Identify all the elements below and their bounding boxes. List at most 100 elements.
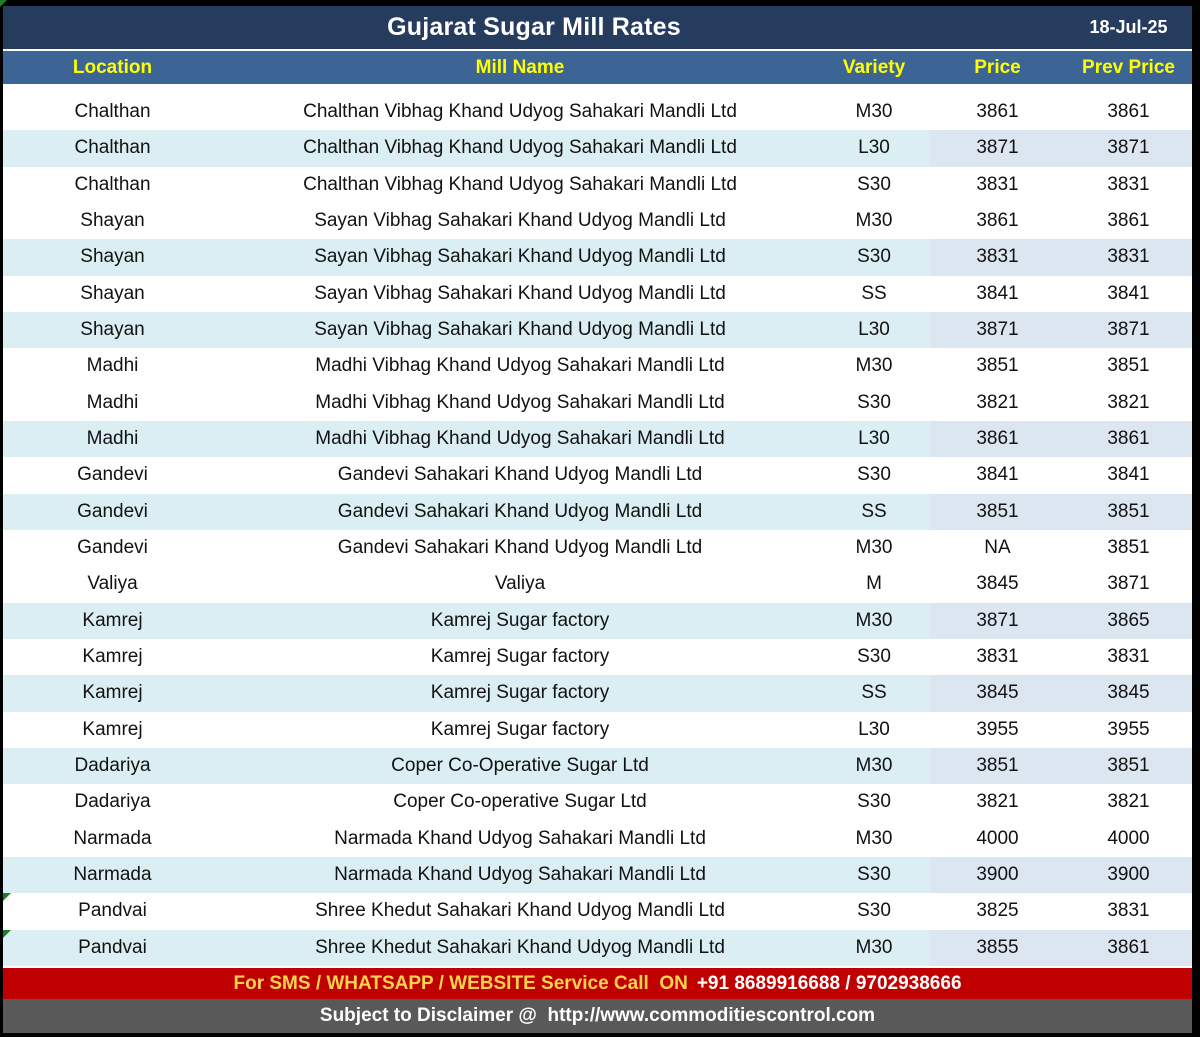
cell-variety: S30 [818, 239, 930, 275]
rates-report-page: Gujarat Sugar Mill Rates 18-Jul-25 Locat… [0, 0, 1200, 1037]
cell-variety: M30 [818, 94, 930, 130]
cell-prev-price: 3831 [1065, 893, 1192, 929]
cell-location: Shayan [3, 239, 222, 275]
service-banner: For SMS / WHATSAPP / WEBSITE Service Cal… [3, 968, 1192, 999]
cell-variety: M30 [818, 930, 930, 966]
cell-location: Chalthan [3, 130, 222, 166]
cell-prev-price: 3831 [1065, 167, 1192, 203]
cell-price: 3861 [930, 94, 1065, 130]
cell-location: Narmada [3, 857, 222, 893]
cell-mill-name: Kamrej Sugar factory [222, 712, 818, 748]
cell-mill-name: Narmada Khand Udyog Sahakari Mandli Ltd [222, 857, 818, 893]
disclaimer-text: Subject to Disclaimer @ http://www.commo… [320, 1005, 875, 1027]
cell-variety: S30 [818, 857, 930, 893]
cell-price: 3861 [930, 421, 1065, 457]
cell-mill-name: Chalthan Vibhag Khand Udyog Sahakari Man… [222, 94, 818, 130]
table-row: Kamrej Kamrej Sugar factory SS 3845 3845 [3, 675, 1192, 711]
cell-price: 3861 [930, 203, 1065, 239]
cell-price: 3871 [930, 312, 1065, 348]
cell-variety: S30 [818, 457, 930, 493]
cell-price: 3821 [930, 784, 1065, 820]
cell-mill-name: Kamrej Sugar factory [222, 639, 818, 675]
table-row: Shayan Sayan Vibhag Sahakari Khand Udyog… [3, 276, 1192, 312]
cell-prev-price: 3841 [1065, 457, 1192, 493]
cell-mill-name: Coper Co-operative Sugar Ltd [222, 784, 818, 820]
cell-price: 3871 [930, 603, 1065, 639]
cell-prev-price: 3861 [1065, 203, 1192, 239]
cell-location: Kamrej [3, 603, 222, 639]
column-header-mill-name: Mill Name [222, 57, 818, 79]
cell-mill-name: Gandevi Sahakari Khand Udyog Mandli Ltd [222, 530, 818, 566]
column-header-location: Location [3, 57, 222, 79]
cell-variety: SS [818, 276, 930, 312]
cell-price: 3851 [930, 348, 1065, 384]
cell-variety: S30 [818, 784, 930, 820]
cell-mill-name: Madhi Vibhag Khand Udyog Sahakari Mandli… [222, 421, 818, 457]
cell-price: 4000 [930, 821, 1065, 857]
cell-location: Shayan [3, 276, 222, 312]
cell-variety: S30 [818, 385, 930, 421]
table-row: Shayan Sayan Vibhag Sahakari Khand Udyog… [3, 203, 1192, 239]
cell-location: Narmada [3, 821, 222, 857]
service-banner-label: For SMS / WHATSAPP / WEBSITE Service Cal… [233, 973, 687, 995]
cell-mill-name: Sayan Vibhag Sahakari Khand Udyog Mandli… [222, 312, 818, 348]
cell-location: Gandevi [3, 457, 222, 493]
cell-location: Pandvai [3, 930, 222, 966]
cell-price: 3841 [930, 276, 1065, 312]
cell-prev-price: 3851 [1065, 348, 1192, 384]
cell-location: Madhi [3, 348, 222, 384]
cell-location: Gandevi [3, 530, 222, 566]
cell-price: 3900 [930, 857, 1065, 893]
cell-variety: L30 [818, 421, 930, 457]
table-row: Pandvai Shree Khedut Sahakari Khand Udyo… [3, 893, 1192, 929]
cell-price: NA [930, 530, 1065, 566]
cell-variety: SS [818, 675, 930, 711]
cell-variety: L30 [818, 712, 930, 748]
cell-variety: S30 [818, 639, 930, 675]
table-row: Chalthan Chalthan Vibhag Khand Udyog Sah… [3, 94, 1192, 130]
cell-price: 3855 [930, 930, 1065, 966]
table-row: Kamrej Kamrej Sugar factory S30 3831 383… [3, 639, 1192, 675]
cell-location: Kamrej [3, 712, 222, 748]
cell-prev-price: 3831 [1065, 639, 1192, 675]
table-row: Narmada Narmada Khand Udyog Sahakari Man… [3, 821, 1192, 857]
table-row: Gandevi Gandevi Sahakari Khand Udyog Man… [3, 494, 1192, 530]
cell-price: 3825 [930, 893, 1065, 929]
table-row: Pandvai Shree Khedut Sahakari Khand Udyo… [3, 930, 1192, 966]
cell-variety: SS [818, 494, 930, 530]
cell-mill-name: Coper Co-Operative Sugar Ltd [222, 748, 818, 784]
cell-variety: M [818, 566, 930, 602]
table-row: Shayan Sayan Vibhag Sahakari Khand Udyog… [3, 239, 1192, 275]
cell-variety: L30 [818, 312, 930, 348]
cell-mill-name: Shree Khedut Sahakari Khand Udyog Mandli… [222, 930, 818, 966]
cell-prev-price: 3861 [1065, 94, 1192, 130]
cell-variety: M30 [818, 203, 930, 239]
service-phone-numbers: +91 8689916688 / 9702938666 [697, 973, 962, 995]
table-row: Valiya Valiya M 3845 3871 [3, 566, 1192, 602]
cell-prev-price: 3861 [1065, 930, 1192, 966]
cell-price: 3831 [930, 239, 1065, 275]
cell-location: Shayan [3, 312, 222, 348]
cell-mill-name: Madhi Vibhag Khand Udyog Sahakari Mandli… [222, 348, 818, 384]
cell-price: 3831 [930, 167, 1065, 203]
cell-prev-price: 3821 [1065, 784, 1192, 820]
cell-prev-price: 3851 [1065, 748, 1192, 784]
cell-mill-name: Narmada Khand Udyog Sahakari Mandli Ltd [222, 821, 818, 857]
cell-location: Gandevi [3, 494, 222, 530]
table-row: Chalthan Chalthan Vibhag Khand Udyog Sah… [3, 130, 1192, 166]
cell-price: 3845 [930, 566, 1065, 602]
cell-location: Dadariya [3, 748, 222, 784]
title-bar: Gujarat Sugar Mill Rates 18-Jul-25 [3, 6, 1192, 49]
cell-mill-name: Kamrej Sugar factory [222, 603, 818, 639]
cell-variety: M30 [818, 821, 930, 857]
cell-mill-name: Chalthan Vibhag Khand Udyog Sahakari Man… [222, 130, 818, 166]
table-row: Shayan Sayan Vibhag Sahakari Khand Udyog… [3, 312, 1192, 348]
table-header-row: Location Mill Name Variety Price Prev Pr… [3, 51, 1192, 84]
disclaimer-bar: Subject to Disclaimer @ http://www.commo… [3, 999, 1192, 1033]
cell-prev-price: 3871 [1065, 130, 1192, 166]
table-row: Narmada Narmada Khand Udyog Sahakari Man… [3, 857, 1192, 893]
green-corner-flag-icon [3, 930, 11, 938]
cell-variety: M30 [818, 603, 930, 639]
cell-location: Kamrej [3, 639, 222, 675]
cell-variety: S30 [818, 893, 930, 929]
